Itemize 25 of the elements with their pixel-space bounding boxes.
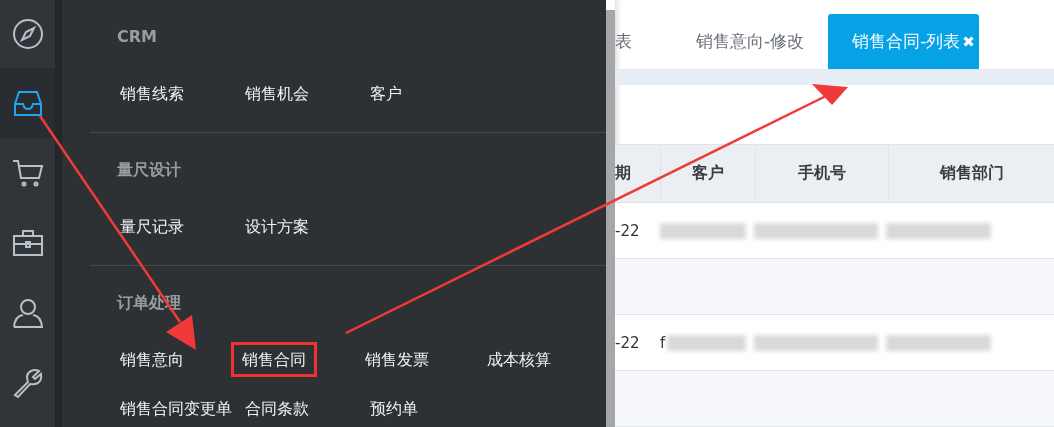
scrollbar[interactable] [606,10,615,427]
table-cell: -22 [615,333,640,352]
column-header: 期 [615,145,661,202]
section-heading: CRM [117,27,158,48]
column-header: 手机号 [756,145,889,202]
menu-item[interactable]: 成本核算 [475,341,562,377]
table-cell: -22 [615,221,640,240]
menu-item[interactable]: 销售合同 [231,341,318,377]
menu-item[interactable]: 预约单 [359,390,429,426]
user-icon [10,296,45,330]
tab[interactable]: 表 [615,14,672,70]
menu-item[interactable]: 销售线索 [109,75,195,111]
menu-item[interactable]: 销售发票 [353,341,440,377]
menu-item[interactable]: 销售机会 [234,75,320,111]
menu-item[interactable]: 量尺记录 [109,208,195,244]
section-heading: 量尺设计 [117,160,182,181]
column-header: 客户 [661,145,756,202]
table-cell: f [660,333,666,352]
sidebar-item[interactable] [0,68,55,138]
menu-item[interactable]: 销售意向 [109,341,195,377]
menu-item[interactable]: 客户 [359,75,413,111]
column-header: 销售部门 [938,162,1005,184]
compass-icon [10,17,45,51]
tab[interactable]: 销售意向-修改 [672,14,829,70]
menu-item[interactable]: 设计方案 [234,208,320,244]
